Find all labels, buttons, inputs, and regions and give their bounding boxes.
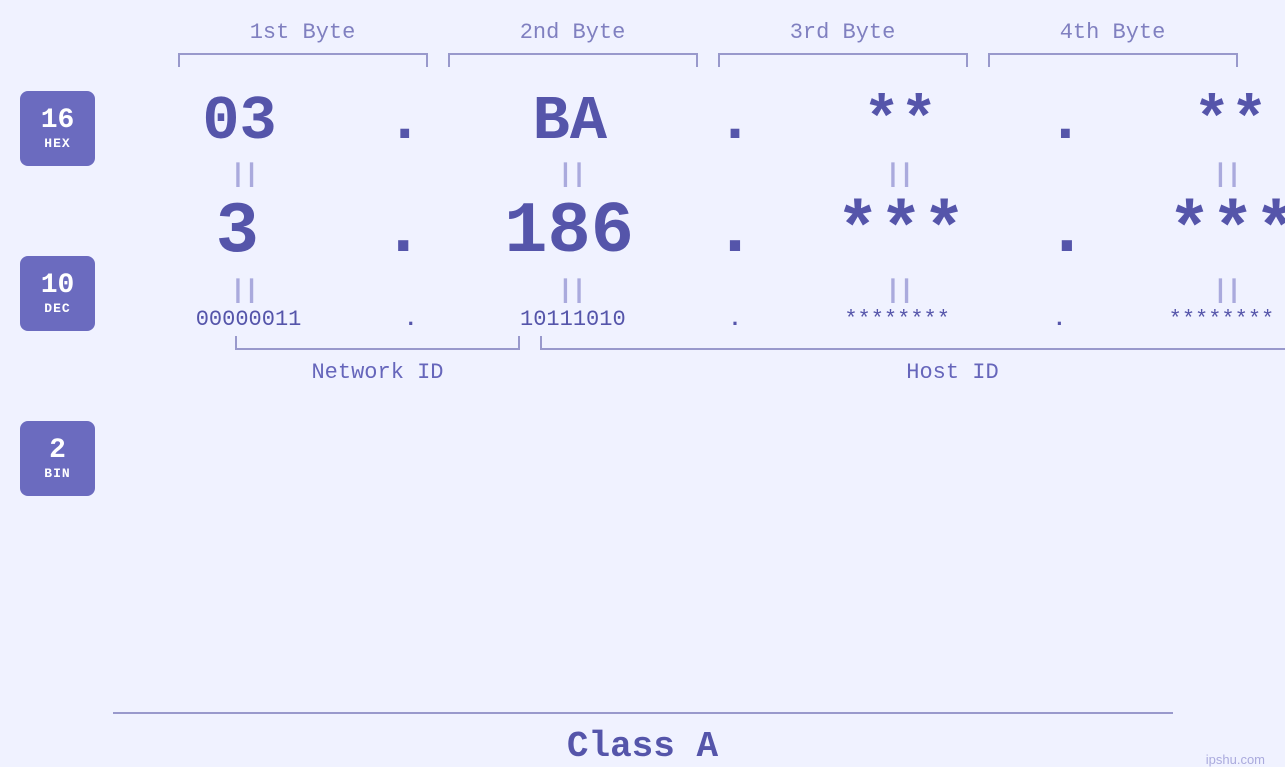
eq1-sign1: || [230, 159, 257, 189]
eq1-cell2: || [423, 159, 721, 189]
byte2-header: 2nd Byte [438, 20, 708, 53]
dec-byte1-cell: 3 [95, 191, 380, 273]
dec-data-row: 3 . 186 . *** . *** [95, 191, 1285, 273]
bottom-section: Network ID Host ID [225, 336, 1285, 385]
dec-byte3-value: *** [836, 191, 966, 273]
eq1-cell1: || [95, 159, 393, 189]
bin-dot1: . [404, 307, 417, 332]
bin-data-row: 00000011 . 10111010 . ******** . *******… [95, 307, 1285, 332]
watermark: ipshu.com [1206, 752, 1265, 767]
eq2-sign2: || [558, 275, 585, 305]
equals-row-2: || || || || [95, 275, 1285, 305]
byte4-header: 4th Byte [978, 20, 1248, 53]
hex-byte1-value: 03 [202, 86, 276, 157]
bin-byte3-value: ******** [844, 307, 950, 332]
host-id-label: Host ID [540, 360, 1285, 385]
eq2-cell2: || [423, 275, 721, 305]
dec-badge-num: 10 [41, 271, 75, 302]
eq2-cell3: || [750, 275, 1048, 305]
dec-byte3-cell: *** [759, 191, 1044, 273]
hex-byte2-value: BA [533, 86, 607, 157]
dec-badge: 10 DEC [20, 256, 95, 331]
bracket-3 [718, 53, 968, 67]
footer-bracket [113, 712, 1173, 714]
bin-byte1-value: 00000011 [196, 307, 302, 332]
eq2-cell4: || [1078, 275, 1285, 305]
dec-byte2-value: 186 [504, 191, 634, 273]
host-bracket [540, 336, 1285, 350]
hex-badge-label: HEX [44, 136, 70, 151]
bracket-1 [178, 53, 428, 67]
bin-dot3: . [1053, 307, 1066, 332]
bin-dot2: . [728, 307, 741, 332]
bin-byte2-value: 10111010 [520, 307, 626, 332]
main-container: 1st Byte 2nd Byte 3rd Byte 4th Byte 16 H… [0, 0, 1285, 767]
eq2-sign3: || [885, 275, 912, 305]
byte-headers: 1st Byte 2nd Byte 3rd Byte 4th Byte [168, 20, 1248, 53]
hex-byte2-cell: BA [425, 86, 714, 157]
byte3-header: 3rd Byte [708, 20, 978, 53]
dec-byte4-value: *** [1168, 191, 1285, 273]
bottom-brackets [225, 336, 1285, 354]
eq2-cell1: || [95, 275, 393, 305]
hex-byte4-cell: ** [1086, 86, 1285, 157]
bin-byte3-cell: ******** [744, 307, 1051, 332]
bin-badge-num: 2 [49, 436, 66, 467]
hex-byte3-cell: ** [756, 86, 1045, 157]
eq1-sign2: || [558, 159, 585, 189]
eq2-sign4: || [1213, 275, 1240, 305]
main-area: 16 HEX 10 DEC 2 BIN 03 . BA [0, 81, 1285, 702]
hex-byte4-value: ** [1193, 86, 1267, 157]
hex-byte3-value: ** [863, 86, 937, 157]
hex-badge-num: 16 [41, 106, 75, 137]
dec-byte2-cell: 186 [427, 191, 712, 273]
hex-badge: 16 HEX [20, 91, 95, 166]
eq1-cell4: || [1078, 159, 1285, 189]
network-id-label: Network ID [235, 360, 520, 385]
eq1-cell3: || [750, 159, 1048, 189]
class-a-row: Class A ipshu.com [0, 726, 1285, 767]
bracket-4 [988, 53, 1238, 67]
hex-dot3: . [1047, 86, 1084, 157]
byte1-header: 1st Byte [168, 20, 438, 53]
eq1-sign4: || [1213, 159, 1240, 189]
equals-row-1: || || || || [95, 159, 1285, 189]
hex-dot2: . [716, 86, 753, 157]
hex-dot1: . [386, 86, 423, 157]
dec-byte4-cell: *** [1090, 191, 1285, 273]
bin-badge: 2 BIN [20, 421, 95, 496]
data-columns: 03 . BA . ** . ** || || [95, 81, 1285, 385]
bin-byte1-cell: 00000011 [95, 307, 402, 332]
class-a-text: Class A [567, 726, 718, 767]
hex-data-row: 03 . BA . ** . ** [95, 86, 1285, 157]
dec-dot3: . [1045, 191, 1088, 273]
bin-byte2-cell: 10111010 [419, 307, 726, 332]
bracket-2 [448, 53, 698, 67]
top-brackets [168, 53, 1248, 71]
id-labels-row: Network ID Host ID [225, 360, 1285, 385]
eq1-sign3: || [885, 159, 912, 189]
network-bracket [235, 336, 520, 350]
bin-badge-label: BIN [44, 466, 70, 481]
dec-badge-label: DEC [44, 301, 70, 316]
badges-column: 16 HEX 10 DEC 2 BIN [0, 81, 95, 496]
bin-byte4-value: ******** [1169, 307, 1275, 332]
dec-dot2: . [713, 191, 756, 273]
eq2-sign1: || [230, 275, 257, 305]
bin-byte4-cell: ******** [1068, 307, 1285, 332]
hex-byte1-cell: 03 [95, 86, 384, 157]
dec-dot1: . [382, 191, 425, 273]
dec-byte1-value: 3 [216, 191, 259, 273]
